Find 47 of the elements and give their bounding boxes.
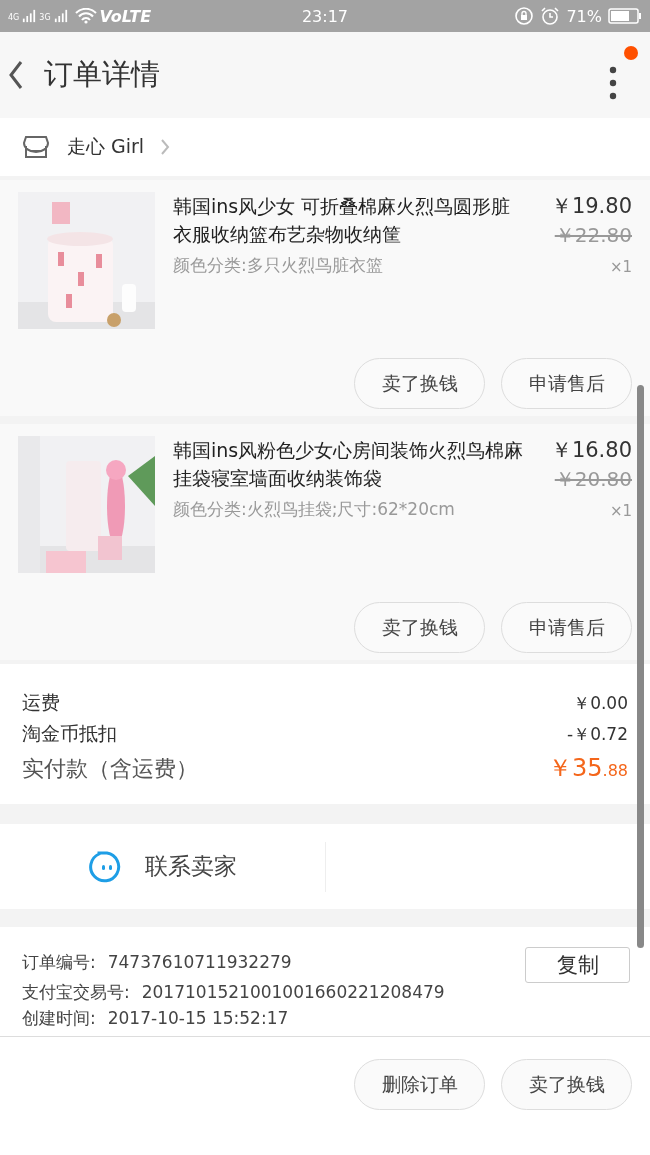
back-icon[interactable]: [8, 60, 24, 90]
more-icon: [609, 66, 617, 100]
fee-amount: -￥0.72: [567, 723, 628, 746]
network-label: 4G: [8, 12, 20, 22]
info-value: 2017101521001001660221208479: [141, 981, 445, 1004]
fee-amount: ￥0.00: [573, 692, 628, 715]
info-value: 2017-10-15 15:52:17: [107, 1007, 289, 1029]
product-price: ￥16.80: [550, 437, 632, 464]
product-price: ￥19.80: [550, 193, 632, 220]
action-button[interactable]: 卖了换钱: [501, 1059, 632, 1110]
network-label: 3G: [39, 12, 51, 22]
store-icon: [23, 135, 49, 159]
info-label: 支付宝交易号:: [22, 981, 130, 1004]
clock-time: 23:17: [301, 6, 349, 26]
signal-icon: [53, 8, 68, 24]
wifi-icon: [74, 8, 97, 24]
page-title: 订单详情: [44, 56, 160, 93]
fee-label: 淘金币抵扣: [22, 721, 117, 746]
original-price: ￥22.80: [554, 222, 632, 249]
volte-label: VoLTE: [99, 6, 152, 26]
info-value: 74737610711932279: [107, 951, 292, 974]
original-price: ￥20.80: [554, 466, 632, 493]
action-button[interactable]: 删除订单: [354, 1059, 485, 1110]
product-variant: 颜色分类:火烈鸟挂袋;尺寸:62*20cm: [173, 498, 456, 521]
total-amount: ￥35.88: [548, 753, 628, 784]
fee-label: 运费: [22, 690, 60, 715]
copy-button[interactable]: 复制: [525, 947, 630, 983]
rotation-lock-icon: [514, 6, 535, 26]
signal-icon: [22, 8, 37, 24]
quantity: ×1: [609, 258, 632, 276]
action-button[interactable]: 申请售后: [501, 602, 632, 653]
action-button[interactable]: 卖了换钱: [354, 602, 485, 653]
battery-percent: 71%: [566, 6, 602, 26]
product-title[interactable]: 韩国ins风少女 可折叠棉麻火烈鸟圆形脏衣服收纳篮布艺杂物收纳筐: [173, 192, 537, 248]
battery-icon: [608, 8, 642, 24]
product-title[interactable]: 韩国ins风粉色少女心房间装饰火烈鸟棉麻挂袋寝室墙面收纳装饰袋: [173, 436, 537, 492]
action-button[interactable]: 申请售后: [501, 358, 632, 409]
alarm-icon: [540, 6, 561, 26]
info-label: 订单编号:: [22, 951, 96, 974]
shop-link[interactable]: 走心 Girl: [0, 118, 650, 176]
chevron-icon: [160, 138, 171, 156]
action-button[interactable]: 卖了换钱: [354, 358, 485, 409]
scrollbar[interactable]: [637, 385, 644, 948]
product-variant: 颜色分类:多只火烈鸟脏衣篮: [173, 254, 384, 277]
info-label: 创建时间:: [22, 1007, 96, 1029]
quantity: ×1: [609, 502, 632, 520]
total-label: 实付款（含运费）: [22, 755, 198, 783]
